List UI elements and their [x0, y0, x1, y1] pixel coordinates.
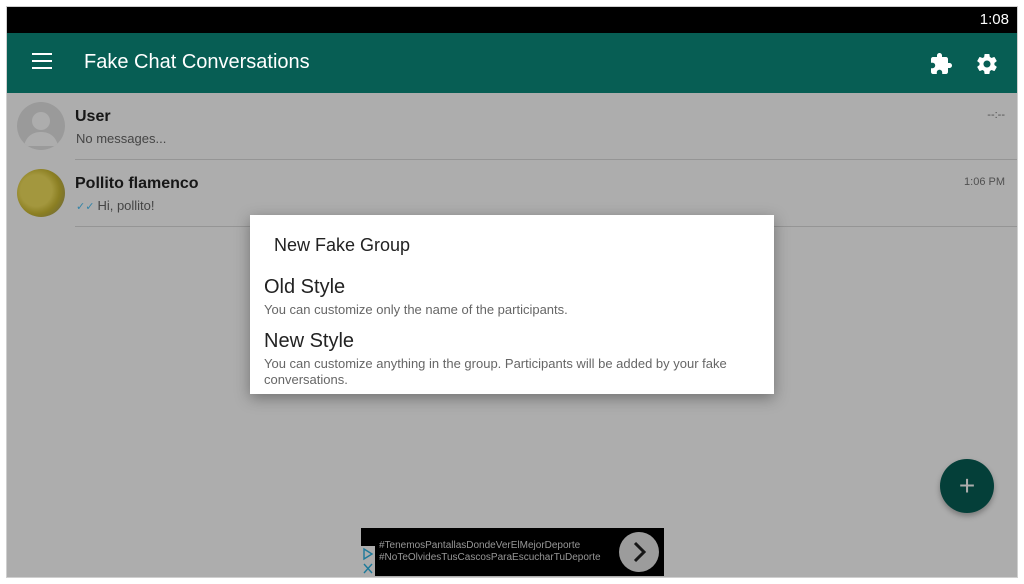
old-style-option[interactable]: Old Style You can customize only the nam… [264, 276, 760, 318]
option-title: New Style [264, 330, 355, 352]
menu-icon[interactable] [32, 53, 52, 69]
puzzle-icon[interactable] [929, 52, 953, 76]
option-description: You can customize only the name of the p… [264, 302, 568, 317]
new-fake-group-dialog: New Fake Group Old Style You can customi… [250, 215, 774, 394]
status-time: 1:08 [979, 11, 1009, 28]
status-bar: 1:08 [7, 7, 1017, 33]
app-bar: Fake Chat Conversations [7, 33, 1017, 93]
option-title: Old Style [264, 276, 346, 298]
option-description: You can customize anything in the group.… [264, 356, 727, 387]
dialog-title: New Fake Group [274, 235, 411, 255]
app-title: Fake Chat Conversations [84, 51, 310, 73]
gear-icon[interactable] [975, 52, 999, 76]
new-style-option[interactable]: New Style You can customize anything in … [264, 330, 760, 388]
device-screen: 1:08 Fake Chat Conversations User No mes… [7, 7, 1017, 577]
